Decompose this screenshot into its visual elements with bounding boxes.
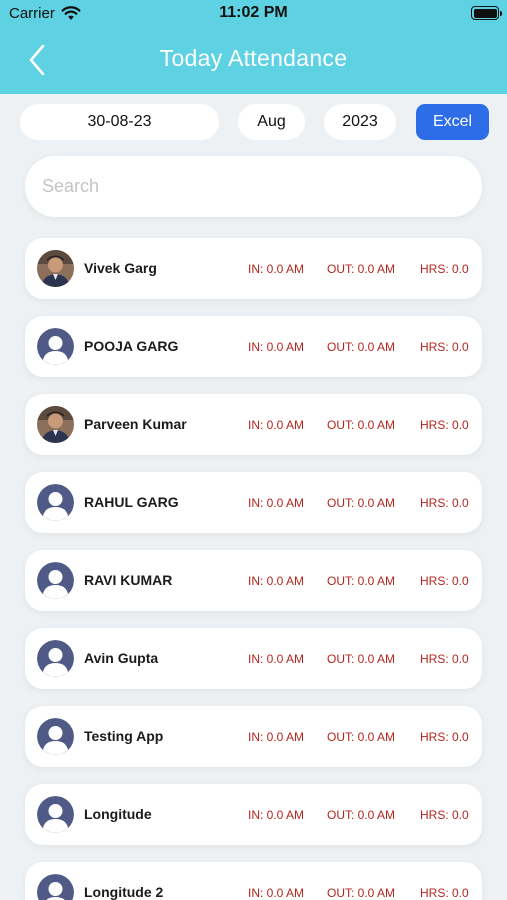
check-out-time: OUT: 0.0 AM: [327, 496, 396, 510]
search-input[interactable]: [42, 156, 462, 217]
date-selector[interactable]: 30-08-23: [20, 104, 219, 140]
check-in-time: IN: 0.0 AM: [248, 652, 305, 666]
check-in-time: IN: 0.0 AM: [248, 496, 305, 510]
battery-icon: [471, 6, 502, 20]
check-out-time: OUT: 0.0 AM: [327, 340, 396, 354]
hours-worked: HRS: 0.0: [420, 652, 469, 666]
hours-worked: HRS: 0.0: [420, 340, 469, 354]
attendance-row[interactable]: Parveen Kumar IN: 0.0 AM OUT: 0.0 AM HRS: 0…: [25, 394, 482, 455]
avatar-placeholder-icon: [37, 640, 74, 677]
excel-export-button[interactable]: Excel: [416, 104, 489, 140]
header-bar: Carrier 11:02 PM Today Attendance: [0, 0, 507, 94]
employee-name: Avin Gupta: [84, 650, 159, 666]
check-in-time: IN: 0.0 AM: [248, 808, 305, 822]
avatar-placeholder-icon: [37, 484, 74, 521]
page-title: Today Attendance: [159, 45, 348, 71]
check-in-time: IN: 0.0 AM: [248, 574, 305, 588]
attendance-row[interactable]: POOJA GARG IN: 0.0 AM OUT: 0.0 AM HRS: 0.0: [25, 316, 482, 377]
check-out-time: OUT: 0.0 AM: [327, 730, 396, 744]
search-box: [25, 156, 482, 217]
attendance-row[interactable]: Testing App IN: 0.0 AM OUT: 0.0 AM HRS: 0.0: [25, 706, 482, 767]
hours-worked: HRS: 0.0: [420, 574, 469, 588]
avatar-placeholder-icon: [37, 328, 74, 365]
check-out-time: OUT: 0.0 AM: [327, 808, 396, 822]
check-out-time: OUT: 0.0 AM: [327, 574, 396, 588]
status-time: 11:02 PM: [219, 4, 288, 21]
attendance-row[interactable]: RAHUL GARG IN: 0.0 AM OUT: 0.0 AM HRS: 0.0: [25, 472, 482, 533]
check-in-time: IN: 0.0 AM: [248, 340, 305, 354]
employee-name: Longitude: [84, 806, 152, 822]
check-in-time: IN: 0.0 AM: [248, 886, 305, 900]
avatar-placeholder-icon: [37, 718, 74, 755]
employee-name: Longitude 2: [84, 884, 164, 900]
hours-worked: HRS: 0.0: [420, 886, 469, 900]
year-selector[interactable]: 2023: [324, 104, 396, 140]
attendance-row[interactable]: Longitude 2 IN: 0.0 AM OUT: 0.0 AM HRS: 0.0: [25, 862, 482, 900]
hours-worked: HRS: 0.0: [420, 730, 469, 744]
avatar-placeholder-icon: [37, 874, 74, 900]
avatar-photo: [37, 406, 74, 443]
hours-worked: HRS: 0.0: [420, 262, 469, 276]
avatar-placeholder-icon: [37, 796, 74, 833]
hours-worked: HRS: 0.0: [420, 418, 469, 432]
check-out-time: OUT: 0.0 AM: [327, 418, 396, 432]
avatar-photo: [37, 250, 74, 287]
attendance-row[interactable]: Vivek Garg IN: 0.0 AM OUT: 0.0 AM HRS: 0.0: [25, 238, 482, 299]
attendance-row[interactable]: RAVI KUMAR IN: 0.0 AM OUT: 0.0 AM HRS: 0.0: [25, 550, 482, 611]
attendance-row[interactable]: Longitude IN: 0.0 AM OUT: 0.0 AM HRS: 0.0: [25, 784, 482, 845]
check-out-time: OUT: 0.0 AM: [327, 886, 396, 900]
avatar-placeholder-icon: [37, 562, 74, 599]
attendance-row[interactable]: Avin Gupta IN: 0.0 AM OUT: 0.0 AM HRS: 0.0: [25, 628, 482, 689]
check-in-time: IN: 0.0 AM: [248, 262, 305, 276]
hours-worked: HRS: 0.0: [420, 808, 469, 822]
check-in-time: IN: 0.0 AM: [248, 730, 305, 744]
employee-name: Vivek Garg: [84, 260, 157, 276]
status-bar: Carrier 11:02 PM: [0, 0, 507, 28]
employee-name: RAHUL GARG: [84, 494, 179, 510]
employee-name: RAVI KUMAR: [84, 572, 173, 588]
check-out-time: OUT: 0.0 AM: [327, 652, 396, 666]
check-out-time: OUT: 0.0 AM: [327, 262, 396, 276]
employee-name: Testing App: [84, 728, 164, 744]
check-in-time: IN: 0.0 AM: [248, 418, 305, 432]
hours-worked: HRS: 0.0: [420, 496, 469, 510]
employee-name: Parveen Kumar: [84, 416, 187, 432]
month-selector[interactable]: Aug: [238, 104, 305, 140]
employee-name: POOJA GARG: [84, 338, 179, 354]
